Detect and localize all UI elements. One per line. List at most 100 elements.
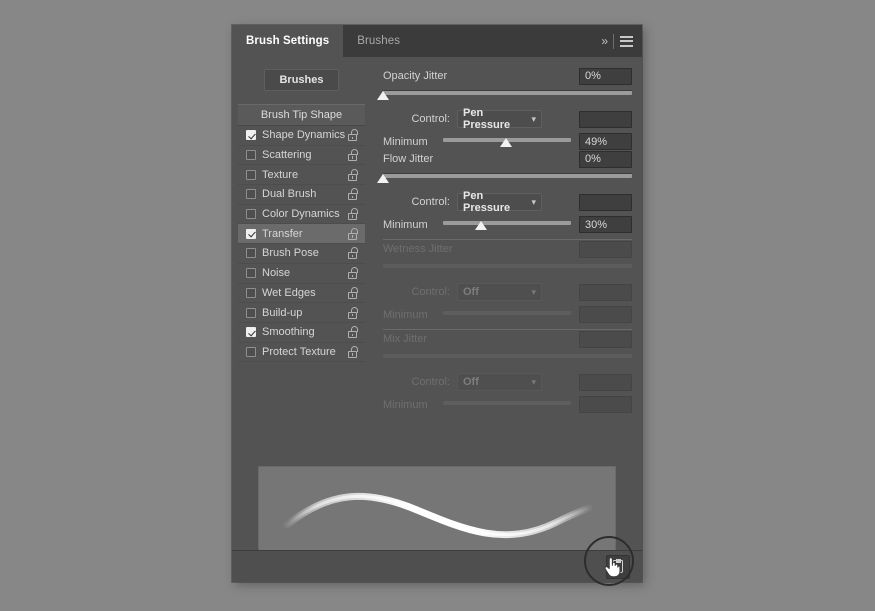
- checkbox-scattering[interactable]: [246, 150, 256, 161]
- wetness-jitter-value[interactable]: [579, 240, 632, 258]
- sidebar-item-build-up[interactable]: Build-up: [238, 303, 365, 323]
- slider-knob[interactable]: [377, 91, 389, 100]
- flow-jitter-label: Flow Jitter: [383, 153, 434, 165]
- tab-brushes[interactable]: Brushes: [343, 25, 414, 57]
- flow-jitter-slider[interactable]: [377, 171, 632, 184]
- unlocked-padlock-icon[interactable]: [348, 326, 359, 339]
- control-group-flow-jitter: Flow Jitter 0% Control: Pen Pressure ▾ Minimu…: [377, 150, 632, 233]
- sidebar-item-label: Dual Brush: [262, 188, 317, 201]
- wetness-jitter-control-extra-value[interactable]: [579, 283, 632, 301]
- unlocked-padlock-icon[interactable]: [348, 168, 359, 181]
- flow-jitter-minimum-value[interactable]: 30%: [579, 216, 632, 233]
- checkbox-texture[interactable]: [246, 169, 256, 180]
- unlocked-padlock-icon[interactable]: [348, 306, 359, 319]
- sidebar-item-smoothing[interactable]: Smoothing: [238, 323, 365, 343]
- slider-track: [443, 310, 571, 315]
- new-brush-preset-button[interactable]: [606, 554, 630, 579]
- tab-brush-settings[interactable]: Brush Settings: [232, 25, 344, 57]
- opacity-jitter-minimum-value[interactable]: 49%: [579, 133, 632, 150]
- minimum-label: Minimum: [383, 135, 428, 148]
- sidebar-item-shape-dynamics[interactable]: Shape Dynamics: [238, 126, 365, 146]
- chevron-down-icon: ▾: [531, 376, 536, 387]
- slider-track: [383, 263, 632, 268]
- mix-jitter-control-select[interactable]: Off ▾: [457, 373, 542, 391]
- unlocked-padlock-icon[interactable]: [348, 227, 359, 240]
- chevron-down-icon: ▾: [531, 286, 536, 297]
- checkbox-smoothing[interactable]: [246, 327, 256, 338]
- opacity-jitter-minimum-slider[interactable]: [443, 135, 571, 149]
- slider-track: [383, 90, 632, 95]
- slider-knob[interactable]: [377, 174, 389, 183]
- wetness-jitter-slider[interactable]: [383, 261, 632, 274]
- opacity-jitter-control-select[interactable]: Pen Pressure ▾: [457, 107, 542, 131]
- chevrons-right-icon[interactable]: »: [601, 35, 608, 47]
- minimum-label: Minimum: [383, 218, 428, 231]
- unlocked-padlock-icon[interactable]: [348, 267, 359, 280]
- sidebar-item-label: Smoothing: [262, 326, 315, 339]
- panel-body: Brushes Brush Tip Shape Shape Dynamics Sc…: [232, 57, 642, 582]
- mix-jitter-minimum-value[interactable]: [579, 396, 632, 413]
- brushes-button[interactable]: Brushes: [264, 69, 339, 91]
- panel-bottom-bar: [232, 550, 642, 582]
- sidebar-item-label: Build-up: [262, 306, 303, 319]
- sidebar-item-brush-tip-shape[interactable]: Brush Tip Shape: [238, 104, 365, 126]
- mix-jitter-value[interactable]: [579, 330, 632, 348]
- checkbox-dual-brush[interactable]: [246, 189, 256, 200]
- slider-knob[interactable]: [499, 137, 512, 147]
- sidebar-item-transfer[interactable]: Transfer: [238, 224, 365, 245]
- mix-jitter-control-extra-value[interactable]: [579, 373, 632, 391]
- minimum-label: Minimum: [383, 308, 428, 321]
- hamburger-menu-icon[interactable]: [620, 35, 633, 47]
- unlocked-padlock-icon[interactable]: [348, 247, 359, 260]
- flow-jitter-value[interactable]: 0%: [579, 150, 632, 168]
- unlocked-padlock-icon[interactable]: [348, 345, 359, 358]
- brushes-button-label: Brushes: [279, 74, 324, 86]
- brush-options-list: Shape Dynamics Scattering Texture Dual Brus…: [238, 126, 365, 363]
- opacity-jitter-slider[interactable]: [377, 88, 632, 101]
- flow-jitter-control-select[interactable]: Pen Pressure ▾: [457, 190, 542, 214]
- checkbox-color-dynamics[interactable]: [246, 209, 256, 220]
- unlocked-padlock-icon[interactable]: [348, 129, 359, 142]
- checkbox-transfer[interactable]: [246, 228, 256, 239]
- flow-jitter-control-extra-value[interactable]: [579, 193, 632, 211]
- sidebar-item-dual-brush[interactable]: Dual Brush: [238, 185, 365, 205]
- sidebar-item-label: Color Dynamics: [262, 208, 340, 221]
- opacity-jitter-value[interactable]: 0%: [579, 67, 632, 85]
- control-group-mix-jitter: Mix Jitter Control: Off ▾ Minimum: [383, 330, 632, 413]
- checkbox-shape-dynamics[interactable]: [246, 130, 256, 141]
- checkbox-noise[interactable]: [246, 268, 256, 279]
- sidebar-item-label: Texture: [262, 168, 299, 181]
- tab-brush-settings-label: Brush Settings: [246, 35, 330, 47]
- sidebar-item-label: Transfer: [262, 227, 303, 240]
- unlocked-padlock-icon[interactable]: [348, 188, 359, 201]
- mix-jitter-slider[interactable]: [383, 351, 632, 364]
- opacity-jitter-control-extra-value[interactable]: [579, 110, 632, 128]
- checkbox-protect-texture[interactable]: [246, 346, 256, 357]
- slider-knob[interactable]: [475, 220, 488, 230]
- wetness-jitter-control-select[interactable]: Off ▾: [457, 283, 542, 301]
- wetness-jitter-minimum-slider[interactable]: [443, 308, 571, 322]
- sidebar-item-color-dynamics[interactable]: Color Dynamics: [238, 205, 365, 225]
- sidebar-item-protect-texture[interactable]: Protect Texture: [238, 343, 365, 363]
- tab-bar-spacer: [414, 25, 601, 57]
- wetness-jitter-control-value: Off: [463, 286, 479, 298]
- mix-jitter-minimum-slider[interactable]: [443, 398, 571, 412]
- unlocked-padlock-icon[interactable]: [348, 286, 359, 299]
- sidebar-item-scattering[interactable]: Scattering: [238, 146, 365, 166]
- sidebar-item-label: Noise: [262, 267, 291, 280]
- wetness-jitter-minimum-row: Minimum: [383, 306, 632, 323]
- checkbox-build-up[interactable]: [246, 307, 256, 318]
- wetness-jitter-minimum-value[interactable]: [579, 306, 632, 323]
- sidebar-item-noise[interactable]: Noise: [238, 264, 365, 284]
- flow-jitter-minimum-slider[interactable]: [443, 218, 571, 232]
- chevron-down-icon: ▾: [531, 113, 536, 124]
- checkbox-brush-pose[interactable]: [246, 248, 256, 259]
- sidebar-item-wet-edges[interactable]: Wet Edges: [238, 284, 365, 304]
- checkbox-wet-edges[interactable]: [246, 287, 256, 298]
- unlocked-padlock-icon[interactable]: [348, 208, 359, 221]
- control-group-wetness-jitter: Wetness Jitter Control: Off ▾ Minimum: [383, 240, 632, 323]
- sidebar-item-texture[interactable]: Texture: [238, 165, 365, 186]
- sidebar-item-brush-pose[interactable]: Brush Pose: [238, 244, 365, 264]
- unlocked-padlock-icon[interactable]: [348, 149, 359, 162]
- panel-tab-bar: Brush Settings Brushes »: [232, 25, 642, 57]
